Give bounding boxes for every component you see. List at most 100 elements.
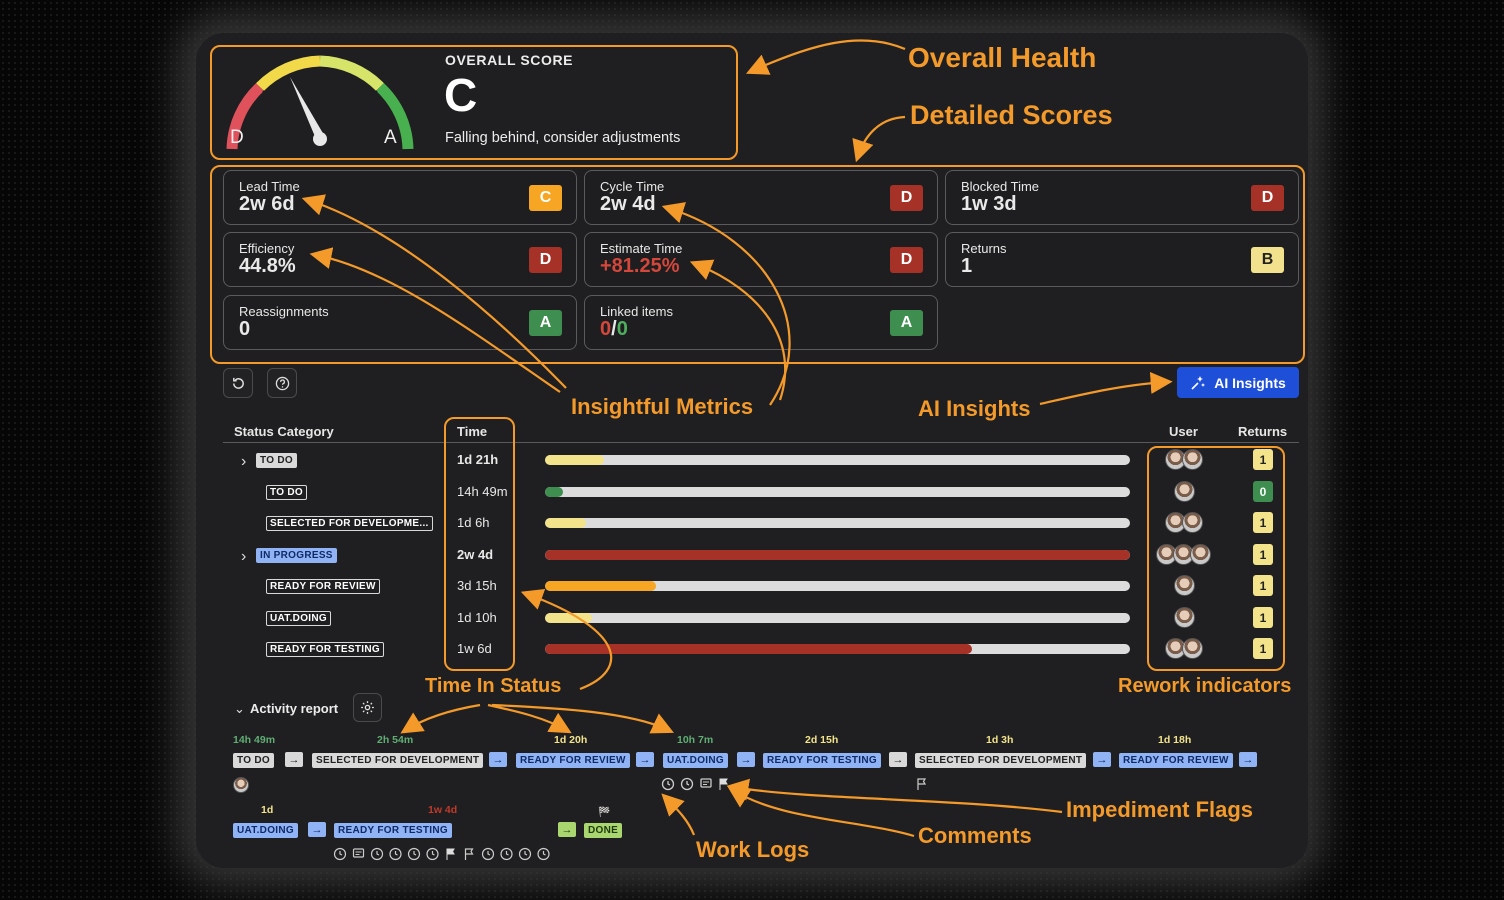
status-pill: TO DO <box>256 453 297 468</box>
metric-grade-badge: D <box>890 185 923 211</box>
annotation-rework-indicators: Rework indicators <box>1118 675 1292 697</box>
col-header-user[interactable]: User <box>1169 424 1198 439</box>
avatar[interactable] <box>1174 575 1195 596</box>
time-bar <box>545 613 1130 623</box>
ai-insights-button[interactable]: AI Insights <box>1177 367 1299 398</box>
avatar[interactable] <box>1174 607 1195 628</box>
activity-duration: 1d <box>261 804 274 816</box>
linked-items-done: 0 <box>616 318 628 340</box>
table-header-divider <box>223 442 1299 443</box>
activity-duration: 1d 3h <box>986 734 1014 746</box>
activity-status-pill: READY FOR TESTING <box>334 823 452 838</box>
col-header-returns[interactable]: Returns <box>1238 424 1287 439</box>
activity-duration: 1w 4d <box>428 804 458 816</box>
metric-card-linked-items[interactable]: Linked items 0/0 A <box>584 295 938 350</box>
status-time: 3d 15h <box>457 578 497 593</box>
comment-icon <box>352 848 365 858</box>
metric-value: 44.8% <box>239 255 296 277</box>
transition-arrow-icon: → <box>636 752 654 767</box>
transition-arrow-icon: → <box>285 752 303 767</box>
metric-card-reassignments[interactable]: Reassignments 0 A <box>223 295 577 350</box>
metric-label: Estimate Time <box>600 241 683 256</box>
metric-value: 1w 3d <box>961 193 1017 215</box>
checkered-flag-icon: 🏁 <box>598 807 611 818</box>
help-button[interactable] <box>267 368 297 398</box>
metric-label: Lead Time <box>239 179 300 194</box>
transition-arrow-icon: → <box>737 752 755 767</box>
metric-value: 2w 4d <box>600 193 656 215</box>
returns-badge: 1 <box>1253 512 1273 533</box>
sparkle-icon <box>1191 375 1206 390</box>
expand-row-chevron[interactable]: › <box>241 453 246 471</box>
time-bar <box>545 487 1130 497</box>
time-bar-fill <box>545 581 657 591</box>
annotation-impediment-flags: Impediment Flags <box>1066 797 1254 822</box>
activity-status-pill: DONE <box>584 823 623 838</box>
worklog-icon <box>500 847 513 861</box>
annotation-overall-health: Overall Health <box>908 42 1097 73</box>
status-time: 1d 10h <box>457 610 497 625</box>
refresh-button[interactable] <box>223 368 253 398</box>
gauge-min-label: D <box>230 127 244 148</box>
metric-label: Linked items <box>600 304 673 319</box>
returns-badge: 0 <box>1253 481 1273 502</box>
metric-label: Efficiency <box>239 241 295 256</box>
expand-row-chevron[interactable]: › <box>241 548 246 566</box>
activity-settings-button[interactable] <box>353 693 382 722</box>
metric-card-cycle-time[interactable]: Cycle Time 2w 4d D <box>584 170 938 225</box>
status-pill: TO DO <box>266 485 307 500</box>
activity-status-pill: UAT.DOING <box>663 753 728 768</box>
metric-value: 0 <box>239 318 251 340</box>
avatar[interactable] <box>1182 638 1203 659</box>
time-bar-fill <box>545 455 604 465</box>
activity-duration: 2d 15h <box>805 734 839 746</box>
avatar[interactable] <box>1182 449 1203 470</box>
status-pill: READY FOR TESTING <box>266 642 384 657</box>
avatar[interactable] <box>1190 544 1211 565</box>
avatar <box>233 777 249 793</box>
annotation-work-logs: Work Logs <box>696 837 810 862</box>
returns-badge: 1 <box>1253 638 1273 659</box>
metric-label: Blocked Time <box>961 179 1040 194</box>
gear-icon <box>361 701 374 714</box>
app-window: D A OVERALL SCORE C Falling behind, cons… <box>196 33 1308 868</box>
status-pill: UAT.DOING <box>266 611 331 626</box>
worklog-icon <box>661 777 675 791</box>
worklog-icon <box>426 847 439 861</box>
metric-card-returns[interactable]: Returns 1 B <box>945 232 1299 287</box>
metric-card-blocked-time[interactable]: Blocked Time 1w 3d D <box>945 170 1299 225</box>
ai-insights-label: AI Insights <box>1214 374 1286 391</box>
activity-duration: 14h 49m <box>233 734 276 746</box>
metric-card-efficiency[interactable]: Efficiency 44.8% D <box>223 232 577 287</box>
refresh-icon <box>232 377 244 389</box>
activity-duration: 2h 54m <box>377 734 414 746</box>
activity-collapse-chevron[interactable]: ⌄ <box>234 701 245 717</box>
metric-card-estimate-time[interactable]: Estimate Time +81.25% D <box>584 232 938 287</box>
metric-value: 2w 6d <box>239 193 295 215</box>
activity-duration: 10h 7m <box>677 734 714 746</box>
transition-arrow-icon: → <box>558 822 576 837</box>
activity-status-pill: SELECTED FOR DEVELOPMENT <box>312 753 484 768</box>
col-header-status[interactable]: Status Category <box>234 424 334 439</box>
overall-score-heading: OVERALL SCORE <box>445 52 574 68</box>
flag-icon <box>917 778 927 790</box>
activity-duration: 1d 20h <box>554 734 588 746</box>
time-bar <box>545 581 1130 591</box>
time-bar <box>545 644 1130 654</box>
activity-status-pill: READY FOR REVIEW <box>516 753 630 768</box>
metric-label: Cycle Time <box>600 179 665 194</box>
transition-arrow-icon: → <box>308 822 326 837</box>
annotation-detailed-scores: Detailed Scores <box>910 100 1113 130</box>
metric-label: Returns <box>961 241 1007 256</box>
avatar[interactable] <box>1182 512 1203 533</box>
time-bar-fill <box>545 613 592 623</box>
activity-report-title[interactable]: Activity report <box>250 701 338 716</box>
returns-badge: 1 <box>1253 449 1273 470</box>
flag-icon <box>446 848 455 860</box>
avatar[interactable] <box>1174 481 1195 502</box>
metric-card-lead-time[interactable]: Lead Time 2w 6d C <box>223 170 577 225</box>
annotation-ai-insights: AI Insights <box>918 396 1031 421</box>
annotation-time-in-status: Time In Status <box>425 675 562 697</box>
metric-label: Reassignments <box>239 304 329 319</box>
activity-status-pill: READY FOR REVIEW <box>1119 753 1233 768</box>
